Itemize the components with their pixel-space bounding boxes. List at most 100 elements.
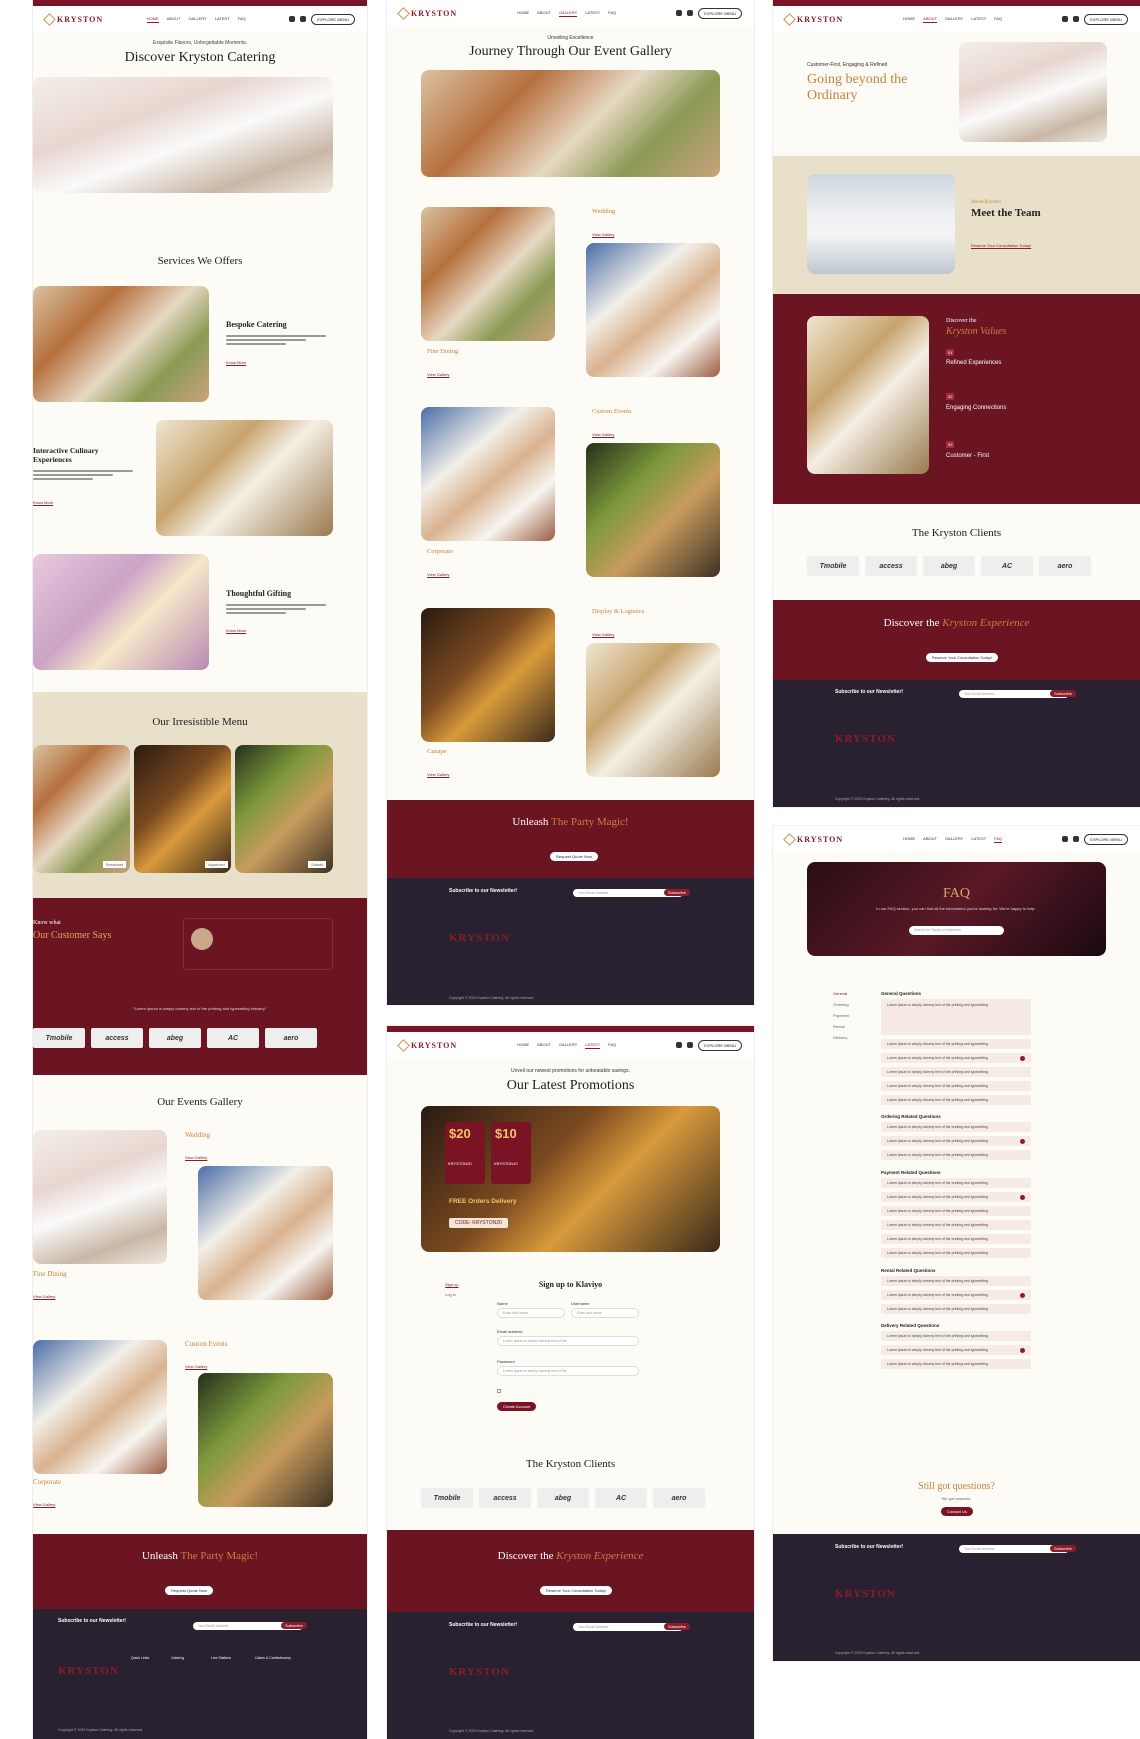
faq-subscribe-button[interactable]: Subscribe	[1050, 1545, 1076, 1552]
faq-item[interactable]: Lorem Ipsum is simply dummy text of the …	[881, 1053, 1031, 1063]
faq-item[interactable]: Lorem Ipsum is simply dummy text of the …	[881, 1359, 1031, 1369]
nav-about[interactable]: ABOUT	[537, 1041, 551, 1049]
facebook-icon[interactable]	[289, 16, 296, 22]
nav-faq[interactable]: FAQ	[994, 15, 1002, 23]
menu-card-salads[interactable]	[235, 745, 333, 873]
faq-cat-payment[interactable]: Payment	[833, 1013, 849, 1018]
menu-card-breakfast[interactable]	[33, 745, 130, 873]
nav-faq[interactable]: FAQ	[238, 15, 246, 23]
event-link-3[interactable]: View Gallery	[185, 1364, 207, 1369]
about-discover-button[interactable]: Reserve Your Consultation Today!	[926, 653, 999, 662]
nav-gallery[interactable]: GALLERY	[559, 1041, 577, 1049]
nav-faq[interactable]: FAQ	[994, 835, 1003, 843]
gallery-link-2[interactable]: View Gallery	[427, 372, 449, 377]
faq-item[interactable]: Lorem Ipsum is simply dummy text of the …	[881, 1039, 1031, 1049]
faq-item[interactable]: Lorem Ipsum is simply dummy text of the …	[881, 1206, 1031, 1216]
event-link-1[interactable]: View Gallery	[185, 1155, 207, 1160]
contact-us-button[interactable]: Contact Us	[941, 1507, 973, 1516]
nav-home[interactable]: HOME	[517, 1041, 529, 1049]
gallery-link-4[interactable]: View Gallery	[427, 572, 449, 577]
nav-latest[interactable]: LATEST	[971, 835, 986, 843]
nav-faq[interactable]: FAQ	[608, 1041, 616, 1049]
service-know-more-1[interactable]: Know More	[226, 360, 246, 365]
explore-menu-button[interactable]: EXPLORE MENU	[698, 1039, 742, 1051]
nav-about[interactable]: ABOUT	[537, 9, 551, 17]
faq-cat-ordering[interactable]: Ordering	[833, 1002, 849, 1007]
faq-item[interactable]: Lorem Ipsum is simply dummy text of the …	[881, 1192, 1031, 1202]
nav-gallery[interactable]: GALLERY	[945, 15, 963, 23]
nav-home[interactable]: HOME	[146, 15, 159, 23]
nav-latest[interactable]: LATEST	[585, 1041, 601, 1049]
faq-search-input[interactable]: Search for Topics or keywords	[909, 926, 1004, 935]
nav-about[interactable]: ABOUT	[923, 835, 937, 843]
nav-latest[interactable]: LATEST	[585, 9, 600, 17]
faq-item[interactable]: Lorem Ipsum is simply dummy text of the …	[881, 1304, 1031, 1314]
instagram-icon[interactable]	[1073, 16, 1080, 22]
create-account-button[interactable]: Create Account	[497, 1402, 537, 1411]
faq-item[interactable]: Lorem Ipsum is simply dummy text of the …	[881, 1220, 1031, 1230]
faq-item[interactable]: Lorem Ipsum is simply dummy text of the …	[881, 1234, 1031, 1244]
faq-item[interactable]: Lorem Ipsum is simply dummy text of the …	[881, 1331, 1031, 1341]
explore-menu-button[interactable]: EXPLORE MENU	[311, 13, 355, 25]
faq-item[interactable]: Lorem Ipsum is simply dummy text of the …	[881, 1081, 1031, 1091]
faq-footer-logo[interactable]: KRYSTON	[835, 1588, 896, 1600]
explore-menu-button[interactable]: EXPLORE MENU	[698, 7, 742, 19]
nav-about[interactable]: ABOUT	[167, 15, 181, 23]
faq-cat-general[interactable]: General	[833, 991, 847, 996]
gallery-quote-button[interactable]: Request Quote Now	[550, 852, 599, 861]
logo-about[interactable]: KRYSTON	[783, 12, 843, 26]
faq-item[interactable]: Lorem Ipsum is simply dummy text of the …	[881, 1095, 1031, 1105]
tab-signup[interactable]: Sign up	[445, 1282, 459, 1287]
faq-item-open[interactable]: Lorem Ipsum is simply dummy text of the …	[881, 999, 1031, 1035]
nav-gallery[interactable]: GALLERY	[558, 9, 578, 17]
request-quote-button[interactable]: Request Quote Now	[165, 1586, 214, 1595]
tab-login[interactable]: Log in	[445, 1292, 456, 1297]
faq-item[interactable]: Lorem Ipsum is simply dummy text of the …	[881, 1276, 1031, 1286]
service-know-more-3[interactable]: Know More	[226, 628, 246, 633]
menu-card-appetizer[interactable]	[134, 745, 231, 873]
facebook-icon[interactable]	[676, 10, 683, 16]
instagram-icon[interactable]	[1073, 836, 1080, 842]
terms-checkbox[interactable]	[497, 1389, 501, 1393]
nav-faq[interactable]: FAQ	[608, 9, 616, 17]
facebook-icon[interactable]	[676, 1042, 683, 1048]
footer-logo[interactable]: KRYSTON	[58, 1665, 119, 1677]
instagram-icon[interactable]	[300, 16, 307, 22]
about-footer-logo[interactable]: KRYSTON	[835, 733, 896, 745]
faq-item[interactable]: Lorem Ipsum is simply dummy text of the …	[881, 1136, 1031, 1146]
gallery-footer-logo[interactable]: KRYSTON	[449, 932, 510, 944]
gallery-link-3[interactable]: View Gallery	[592, 432, 614, 437]
gallery-link-1[interactable]: View Gallery	[592, 232, 614, 237]
latest-discover-button[interactable]: Reserve Your Consultation Today!	[540, 1586, 613, 1595]
faq-item[interactable]: Lorem Ipsum is simply dummy text of the …	[881, 1122, 1031, 1132]
faq-item[interactable]: Lorem Ipsum is simply dummy text of the …	[881, 1345, 1031, 1355]
gallery-subscribe-button[interactable]: Subscribe	[664, 889, 690, 896]
event-link-4[interactable]: View Gallery	[33, 1502, 55, 1507]
faq-cat-rental[interactable]: Rental	[833, 1024, 845, 1029]
nav-home[interactable]: HOME	[903, 835, 915, 843]
facebook-icon[interactable]	[1062, 16, 1069, 22]
password-input[interactable]: Lorem Ipsum is simply dummy text of the	[497, 1366, 639, 1376]
faq-item[interactable]: Lorem Ipsum is simply dummy text of the …	[881, 1150, 1031, 1160]
about-subscribe-button[interactable]: Subscribe	[1050, 690, 1076, 697]
team-link[interactable]: Reserve Your Consultation Today!	[971, 243, 1031, 248]
latest-footer-logo[interactable]: KRYSTON	[449, 1666, 510, 1678]
event-link-2[interactable]: View Gallery	[33, 1294, 55, 1299]
nav-home[interactable]: HOME	[903, 15, 915, 23]
name-input[interactable]: Enter first name	[497, 1308, 565, 1318]
instagram-icon[interactable]	[687, 10, 694, 16]
explore-menu-button[interactable]: EXPLORE MENU	[1084, 13, 1128, 25]
faq-item[interactable]: Lorem Ipsum is simply dummy text of the …	[881, 1248, 1031, 1258]
logo-latest[interactable]: KRYSTON	[397, 1038, 457, 1052]
email-input[interactable]: Lorem Ipsum is simply dummy text of the	[497, 1336, 639, 1346]
nav-gallery[interactable]: GALLERY	[945, 835, 963, 843]
explore-menu-button[interactable]: EXPLORE MENU	[1084, 833, 1128, 845]
gallery-link-6[interactable]: View Gallery	[427, 772, 449, 777]
latest-subscribe-button[interactable]: Subscribe	[664, 1623, 690, 1630]
facebook-icon[interactable]	[1062, 836, 1069, 842]
logo[interactable]: KRYSTON	[43, 12, 103, 26]
nav-about[interactable]: ABOUT	[923, 15, 937, 23]
service-know-more-2[interactable]: Know More	[33, 500, 53, 505]
nav-home[interactable]: HOME	[517, 9, 529, 17]
nav-latest[interactable]: LATEST	[215, 15, 230, 23]
